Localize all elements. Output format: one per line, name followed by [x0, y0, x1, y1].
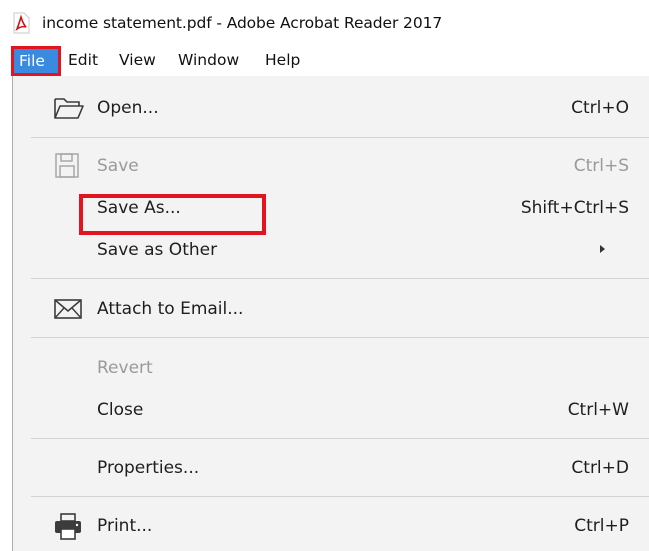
menu-item-shortcut: Ctrl+O	[571, 98, 629, 118]
menu-item-label: Attach to Email...	[97, 299, 244, 319]
menu-item-shortcut: Ctrl+P	[574, 516, 629, 536]
menu-item-label: Open...	[97, 98, 159, 118]
printer-icon	[53, 512, 83, 540]
menu-separator	[31, 496, 649, 497]
menu-item-shortcut: Ctrl+W	[567, 400, 629, 420]
floppy-disk-icon	[53, 152, 83, 180]
menu-item-label: Close	[97, 400, 144, 420]
menu-item-close[interactable]: Close Ctrl+W	[13, 390, 649, 430]
menu-separator	[31, 337, 649, 338]
menu-item-label: Save as Other	[97, 240, 218, 260]
acrobat-pdf-icon	[11, 12, 31, 34]
menu-edit[interactable]: Edit	[62, 48, 104, 72]
menu-item-label: Save	[97, 156, 139, 176]
menu-separator	[31, 438, 649, 439]
menu-item-attach-to-email[interactable]: Attach to Email...	[13, 289, 649, 329]
title-bar: income statement.pdf - Adobe Acrobat Rea…	[0, 0, 649, 44]
menu-item-label: Revert	[97, 358, 153, 378]
menu-item-revert: Revert	[13, 348, 649, 388]
menu-item-shortcut: Ctrl+D	[571, 458, 629, 478]
folder-open-icon	[53, 94, 84, 122]
menu-help[interactable]: Help	[259, 48, 306, 72]
menu-item-print[interactable]: Print... Ctrl+P	[13, 506, 649, 546]
envelope-icon	[53, 295, 83, 323]
menu-item-label: Print...	[97, 516, 153, 536]
menu-view[interactable]: View	[113, 48, 162, 72]
save-as-highlight-box	[79, 194, 266, 235]
menu-item-label: Properties...	[97, 458, 200, 478]
menu-item-shortcut: Ctrl+S	[573, 156, 629, 176]
menu-item-open[interactable]: Open... Ctrl+O	[13, 88, 649, 128]
submenu-arrow-icon	[600, 245, 605, 253]
window-title: income statement.pdf - Adobe Acrobat Rea…	[42, 14, 443, 32]
menu-item-properties[interactable]: Properties... Ctrl+D	[13, 448, 649, 488]
menu-item-shortcut: Shift+Ctrl+S	[520, 198, 629, 218]
menu-separator	[31, 278, 649, 279]
menu-item-save-as-other[interactable]: Save as Other	[13, 230, 649, 270]
menu-bar: File Edit View Window Help	[0, 44, 649, 76]
menu-item-save: Save Ctrl+S	[13, 146, 649, 186]
menu-window[interactable]: Window	[172, 48, 245, 72]
file-dropdown-menu: Open... Ctrl+O Save Ctrl+S Save As... Sh…	[12, 76, 649, 551]
menu-separator	[31, 137, 649, 138]
menu-file[interactable]: File	[11, 46, 61, 76]
